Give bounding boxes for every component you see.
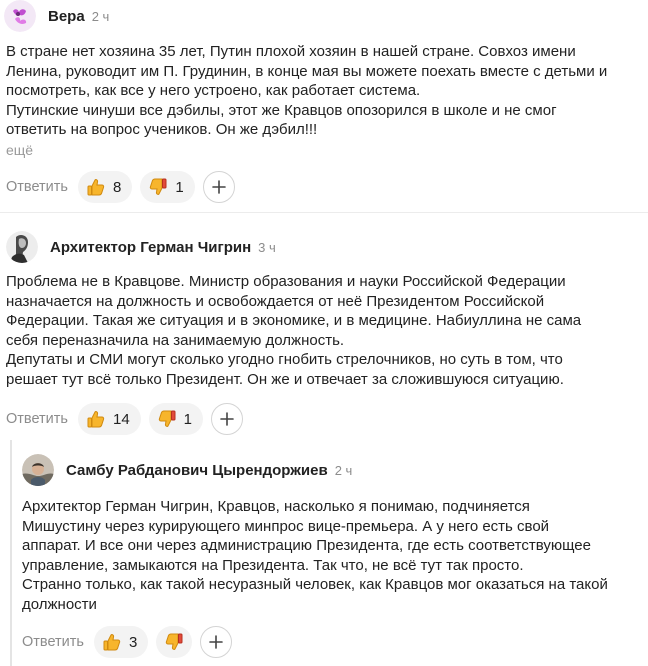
comment-line: Ленина, руководит им П. Грудинин, в конц…: [6, 62, 608, 80]
plus-icon: [209, 635, 224, 649]
comment-header: Самбу Рабданович Цырендоржиев 2 ч: [22, 454, 352, 486]
comment-header: Архитектор Герман Чигрин 3 ч: [6, 231, 276, 263]
author-name[interactable]: Самбу Рабданович Цырендоржиев: [66, 462, 328, 479]
comment-time: 3 ч: [258, 239, 276, 255]
comment-line: себя переназначила на занимаемую должнос…: [6, 331, 345, 349]
show-more-link[interactable]: ещё: [6, 143, 33, 157]
dislike-button[interactable]: 1: [148, 403, 204, 435]
add-reaction-button[interactable]: [202, 171, 235, 203]
like-count: 14: [112, 410, 130, 428]
plus-icon: [211, 180, 226, 194]
comment-line: В стране нет хозяина 35 лет, Путин плохо…: [6, 43, 576, 60]
thumbs-up-icon: [87, 179, 105, 196]
dislike-count: 1: [183, 410, 193, 428]
comment-line: ответить на вопрос учеников. Он же дэбил…: [6, 121, 318, 138]
dislike-count: 1: [175, 178, 184, 196]
reply-button[interactable]: Ответить: [6, 179, 68, 195]
comment-actions: Ответить 14 1: [6, 403, 244, 435]
like-count: 3: [128, 633, 138, 651]
comment-line: Мишустину через курирующего минпрос вице…: [22, 517, 550, 535]
plus-icon: [220, 412, 234, 426]
comment-line: решает тут всё только Президент. Он же и…: [6, 370, 564, 388]
comment-line: Федерации. Такая же ситуация и в экономи…: [6, 312, 582, 329]
comment-text: Проблема не в Кравцове. Министр образова…: [6, 272, 646, 389]
comment-line: назначается на должность и освобождается…: [6, 292, 545, 310]
comment-time: 2 ч: [334, 462, 353, 478]
avatar[interactable]: [4, 0, 36, 32]
thumbs-down-icon: [150, 178, 167, 195]
avatar[interactable]: [6, 231, 38, 263]
thumbs-up-icon: [103, 634, 121, 651]
reply-button[interactable]: Ответить: [22, 634, 84, 650]
comment-line: управление, замыкаются на Президента. Та…: [22, 556, 524, 574]
dislike-button[interactable]: 1: [140, 171, 195, 203]
author-name[interactable]: Архитектор Герман Чигрин: [50, 239, 251, 256]
comment-divider: [0, 212, 648, 213]
reply-button[interactable]: Ответить: [6, 411, 68, 427]
comment-line: должности: [22, 595, 97, 613]
thumbs-down-icon: [166, 633, 183, 650]
comment-actions: Ответить 8 1: [6, 171, 235, 203]
comment-time: 2 ч: [91, 8, 110, 24]
dislike-button[interactable]: [156, 626, 193, 658]
comment-line: Путинские чинуши все дэбилы, этот же Кра…: [6, 101, 557, 119]
author-name[interactable]: Вера: [48, 8, 85, 25]
comment-line: Депутаты и СМИ могут сколько угодно гноб…: [6, 351, 563, 368]
comment-line: посмотреть, как все у него устроено, как…: [6, 82, 421, 99]
like-button[interactable]: 14: [77, 403, 141, 435]
comment-header: Вера 2 ч: [4, 0, 109, 32]
comment-actions: Ответить 3: [22, 626, 233, 658]
add-reaction-button[interactable]: [211, 403, 244, 435]
comment-text: В стране нет хозяина 35 лет, Путин плохо…: [6, 42, 646, 140]
like-button[interactable]: 3: [93, 626, 149, 658]
thread-line: [10, 440, 12, 666]
avatar[interactable]: [22, 454, 54, 486]
comment-line: Странно только, как такой несуразный чел…: [22, 576, 608, 593]
thumbs-down-icon: [158, 410, 176, 427]
thumbs-up-icon: [87, 411, 105, 428]
add-reaction-button[interactable]: [200, 626, 233, 658]
comment-line: Архитектор Герман Чигрин, Кравцов, наско…: [22, 498, 530, 515]
like-button[interactable]: 8: [77, 171, 133, 203]
comment-line: аппарат. И все они через администрацию П…: [22, 537, 591, 554]
like-count: 8: [112, 178, 122, 196]
comment-line: Проблема не в Кравцове. Министр образова…: [6, 273, 566, 290]
comment-text: Архитектор Герман Чигрин, Кравцов, наско…: [22, 497, 646, 614]
